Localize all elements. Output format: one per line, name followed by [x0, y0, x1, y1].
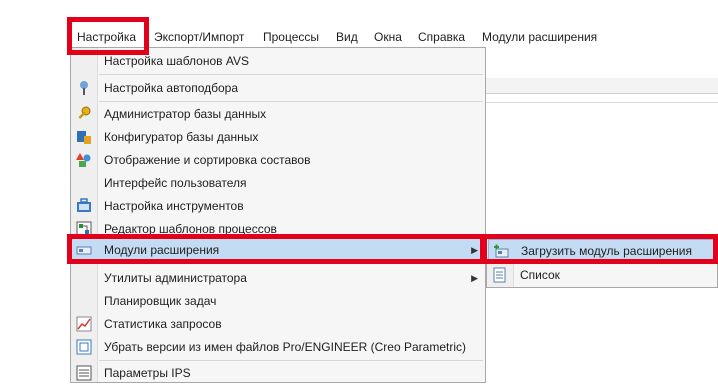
menu-processes[interactable]: Процессы	[263, 29, 319, 45]
tree-icon	[76, 80, 92, 96]
params-icon	[76, 365, 92, 381]
menu-separator	[99, 360, 483, 361]
menu-item-db-config[interactable]: Конфигуратор базы данных	[72, 126, 484, 148]
key-icon	[76, 106, 92, 122]
menu-item-label: Интерфейс пользователя	[104, 176, 247, 190]
menu-export-import[interactable]: Экспорт/Импорт	[154, 29, 244, 45]
highlight-box-extension-modules	[67, 234, 485, 264]
menu-item-db-admin[interactable]: Администратор базы данных	[72, 103, 484, 125]
menu-item-ips-params[interactable]: Параметры IPS	[72, 362, 484, 384]
menu-item-label: Планировщик задач	[104, 294, 217, 308]
menu-item-label: Убрать версии из имен файлов Pro/ENGINEE…	[104, 340, 466, 354]
menu-item-label: Статистика запросов	[104, 317, 222, 331]
menu-item-query-stats[interactable]: Статистика запросов	[72, 313, 484, 335]
menu-item-label: Настройка автоподбора	[104, 81, 239, 95]
list-icon	[492, 267, 508, 283]
menu-item-label: Настройка шаблонов AVS	[104, 54, 249, 68]
menu-separator	[99, 101, 483, 102]
menu-separator	[99, 74, 483, 75]
menu-item-label: Список	[520, 268, 560, 282]
menu-extensions[interactable]: Модули расширения	[482, 29, 597, 45]
menu-item-strip-versions[interactable]: Убрать версии из имен файлов Pro/ENGINEE…	[72, 336, 484, 358]
highlight-box-load-module	[482, 234, 718, 264]
menu-item-tools-setup[interactable]: Настройка инструментов	[72, 195, 484, 217]
toolbar-strip	[486, 78, 718, 94]
menu-item-label: Конфигуратор базы данных	[104, 130, 259, 144]
menu-windows[interactable]: Окна	[374, 29, 402, 45]
submenu-item-list[interactable]: Список	[488, 264, 716, 286]
menu-item-composition-display[interactable]: Отображение и сортировка составов	[72, 149, 484, 171]
shapes-icon	[76, 152, 92, 168]
menu-item-label: Утилиты администратора	[104, 271, 247, 285]
submenu-arrow-icon: ▶	[471, 273, 478, 283]
menu-item-label: Администратор базы данных	[104, 107, 267, 121]
menu-item-label: Отображение и сортировка составов	[104, 153, 311, 167]
toolbox-icon	[76, 198, 92, 214]
menu-item-admin-utilities[interactable]: Утилиты администратора ▶	[72, 267, 484, 289]
menu-item-user-interface[interactable]: Интерфейс пользователя	[72, 172, 484, 194]
menu-help[interactable]: Справка	[418, 29, 465, 45]
menu-item-label: Настройка инструментов	[104, 199, 244, 213]
highlight-box-settings	[67, 17, 149, 55]
settings-dropdown: Настройка шаблонов AVS Настройка автопод…	[70, 47, 486, 383]
menu-item-autoselect[interactable]: Настройка автоподбора	[72, 77, 484, 99]
db-config-icon	[76, 129, 92, 145]
stats-icon	[76, 316, 92, 332]
menu-view[interactable]: Вид	[336, 29, 358, 45]
workspace-left	[0, 54, 70, 383]
menu-item-label: Параметры IPS	[104, 366, 191, 380]
menu-item-task-scheduler[interactable]: Планировщик задач	[72, 290, 484, 312]
strip-version-icon	[76, 339, 92, 355]
